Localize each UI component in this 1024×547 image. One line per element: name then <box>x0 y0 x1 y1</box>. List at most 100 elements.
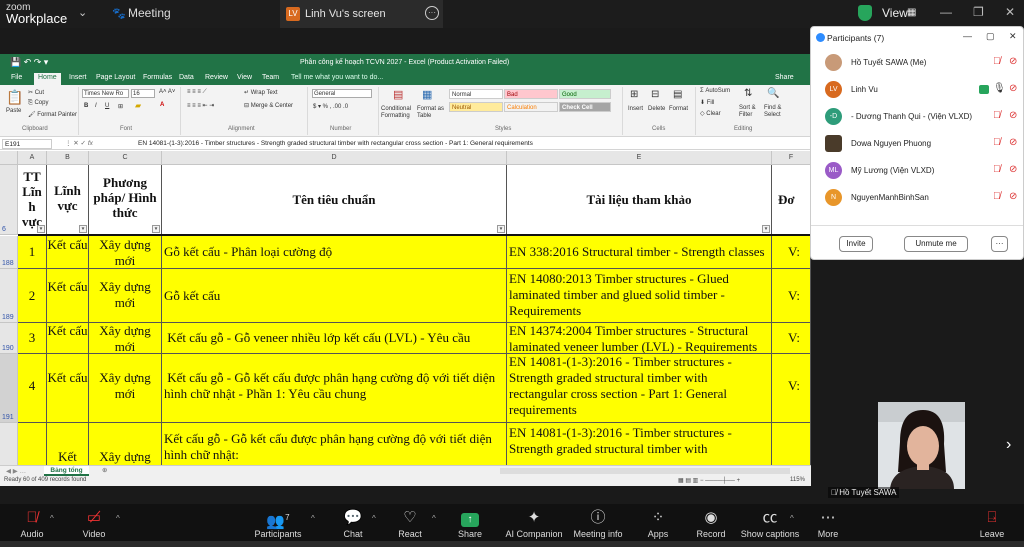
sort-filter-button[interactable]: Sort & Filter <box>739 105 765 119</box>
table-cell[interactable]: Kết cấu gỗ - Gỗ kết cấu được phân hạng c… <box>162 354 507 423</box>
table-cell[interactable]: V: <box>772 354 811 423</box>
close-icon[interactable]: ✕ <box>1009 31 1017 42</box>
column-header-b[interactable]: B <box>47 151 89 165</box>
filter-dropdown-icon[interactable]: ▾ <box>37 225 45 233</box>
muted-mic-icon[interactable]: 🎙̸ <box>993 137 1001 148</box>
mic-icon[interactable]: 🎙 <box>993 83 1006 94</box>
tab-insert[interactable]: Insert <box>69 74 87 81</box>
table-cell[interactable]: Gỗ kết cấu - Phân loại cường độ <box>162 236 507 269</box>
sheet-nav-icons[interactable]: ◀ ▶ … <box>6 467 26 475</box>
participant-row[interactable]: -D - Dương Thanh Qui - (Viện VLXD) 🎙̸ ⊘ <box>811 104 1023 130</box>
style-good[interactable]: Good <box>559 89 611 99</box>
number-format-icons[interactable]: $ ▾ % , .00 .0 <box>313 103 348 110</box>
select-all-corner[interactable] <box>0 151 18 165</box>
font-name-box[interactable]: Times New Ro <box>82 89 129 98</box>
format-cells-icon[interactable]: ▤ <box>673 89 682 100</box>
chevron-down-icon[interactable]: ⌄ <box>78 6 87 19</box>
filter-dropdown-icon[interactable]: ▾ <box>762 225 770 233</box>
column-header-c[interactable]: C <box>89 151 162 165</box>
participant-row[interactable]: ML Mỹ Lương (Viện VLXD) 🎙̸ ⊘ <box>811 158 1023 184</box>
row-header[interactable]: 190 <box>0 323 18 354</box>
muted-mic-icon[interactable]: 🎙̸ <box>993 110 1001 121</box>
style-bad[interactable]: Bad <box>504 89 558 99</box>
security-shield-icon[interactable] <box>858 5 872 21</box>
find-select-button[interactable]: Find & Select <box>764 105 794 119</box>
format-painter-button[interactable]: 🖌 Format Painter <box>28 111 77 118</box>
restore-icon[interactable]: ▢ <box>986 31 995 42</box>
participant-row[interactable]: Hồ Tuyết SAWA (Me) 🎙̸ ⊘ <box>811 50 1023 76</box>
table-cell[interactable]: 4 <box>18 354 47 423</box>
column-header-a[interactable]: A <box>18 151 47 165</box>
copy-button[interactable]: ⎘ Copy <box>28 100 48 107</box>
tab-home[interactable]: Home <box>34 73 61 85</box>
horizontal-scrollbar[interactable] <box>500 468 790 474</box>
muted-mic-icon[interactable]: 🎙̸ <box>993 164 1001 175</box>
share-button[interactable]: Share <box>775 74 794 81</box>
name-box[interactable]: E191 <box>2 139 52 149</box>
video-off-icon[interactable]: ⊘ <box>1009 83 1017 94</box>
participant-row[interactable]: LV Linh Vu 🎙 ⊘ <box>811 77 1023 103</box>
table-cell[interactable]: Kết <box>47 423 89 465</box>
column-header-f[interactable]: F <box>772 151 811 165</box>
more-button[interactable]: ··· <box>991 236 1008 252</box>
format-table-icon[interactable]: ▦ <box>422 88 432 101</box>
leave-button[interactable]: ⍈ Leave <box>952 508 1024 539</box>
conditional-formatting-button[interactable]: Conditional Formatting <box>381 106 417 120</box>
minimize-icon[interactable]: — <box>940 5 952 19</box>
chevron-right-icon[interactable]: › <box>1006 436 1011 454</box>
close-icon[interactable]: ✕ <box>1005 5 1015 19</box>
table-cell[interactable]: Xây dựng mới <box>89 236 162 269</box>
find-icon[interactable]: 🔍 <box>767 88 779 99</box>
video-off-icon[interactable]: ⊘ <box>1009 191 1017 202</box>
table-cell[interactable] <box>18 423 47 465</box>
video-off-icon[interactable]: ⊘ <box>1009 110 1017 121</box>
table-cell[interactable]: Xây dựng mới <box>89 269 162 323</box>
column-header-e[interactable]: E <box>507 151 772 165</box>
row-header[interactable]: 189 <box>0 269 18 323</box>
header-cell-tai-lieu[interactable]: Tài liệu tham khảo ▾ <box>507 165 772 235</box>
table-cell[interactable]: 2 <box>18 269 47 323</box>
format-as-table-button[interactable]: Format as Table <box>417 106 447 120</box>
column-header-d[interactable]: D <box>162 151 507 165</box>
sort-filter-icon[interactable]: ⇅ <box>744 88 752 99</box>
table-cell[interactable]: Kết cấu <box>47 269 89 323</box>
grid-icon[interactable]: ▦ <box>907 7 916 18</box>
font-color-icon[interactable]: A <box>160 102 164 108</box>
bold-button[interactable]: B <box>84 103 88 109</box>
table-cell[interactable]: Gỗ kết cấu <box>162 269 507 323</box>
chevron-up-icon[interactable]: ^ <box>116 514 120 523</box>
autosum-button[interactable]: Σ AutoSum <box>700 88 730 94</box>
conditional-format-icon[interactable]: ▤ <box>393 88 403 101</box>
clear-button[interactable]: ◇ Clear <box>700 110 721 117</box>
align-top-icons[interactable]: ≡ ≡ ≡ ⟋ <box>187 89 207 96</box>
row-header[interactable]: 191 <box>0 354 18 423</box>
wrap-text-button[interactable]: ↵ Wrap Text <box>244 89 278 96</box>
table-cell[interactable]: Xây dựng <box>89 423 162 465</box>
participant-row[interactable]: N NguyenManhBinhSan 🎙̸ ⊘ <box>811 185 1023 211</box>
filter-dropdown-icon[interactable]: ▾ <box>152 225 160 233</box>
paste-button[interactable]: Paste <box>6 108 21 114</box>
style-neutral[interactable]: Neutral <box>449 102 503 112</box>
muted-mic-icon[interactable]: 🎙̸ <box>993 191 1001 202</box>
fill-color-icon[interactable]: ▰ <box>135 101 141 110</box>
delete-cells-icon[interactable]: ⊟ <box>651 89 659 100</box>
muted-mic-icon[interactable]: 🎙̸ <box>993 56 1001 67</box>
selected-cell[interactable]: EN 14081-(1-3):2016 - Timber structures … <box>507 354 772 423</box>
zoom-percent[interactable]: 115% <box>790 477 805 483</box>
table-cell[interactable]: Kết cấu gỗ - Gỗ veneer nhiều lớp kết cấu… <box>162 323 507 354</box>
underline-button[interactable]: U <box>105 103 109 109</box>
number-format-box[interactable]: General <box>312 89 372 98</box>
table-cell[interactable]: Xây dựng mới <box>89 354 162 423</box>
invite-button[interactable]: Invite <box>839 236 873 252</box>
table-cell[interactable]: EN 14080:2013 Timber structures - Glued … <box>507 269 772 323</box>
more-options-icon[interactable]: ··· <box>425 6 439 20</box>
table-cell[interactable]: EN 338:2016 Structural timber - Strength… <box>507 236 772 269</box>
header-cell-linh-vuc[interactable]: Lĩnh vực ▾ <box>47 165 89 235</box>
tab-data[interactable]: Data <box>179 74 194 81</box>
table-cell[interactable]: V: <box>772 323 811 354</box>
view-mode-icons[interactable]: ▦ ▤ ▥ − ────┼── + <box>678 477 740 484</box>
insert-cells-button[interactable]: Insert <box>628 106 643 112</box>
participant-row[interactable]: Dowa Nguyen Phuong 🎙̸ ⊘ <box>811 131 1023 157</box>
paste-icon[interactable]: 📋 <box>6 89 23 106</box>
table-cell[interactable]: Xây dựng mới <box>89 323 162 354</box>
